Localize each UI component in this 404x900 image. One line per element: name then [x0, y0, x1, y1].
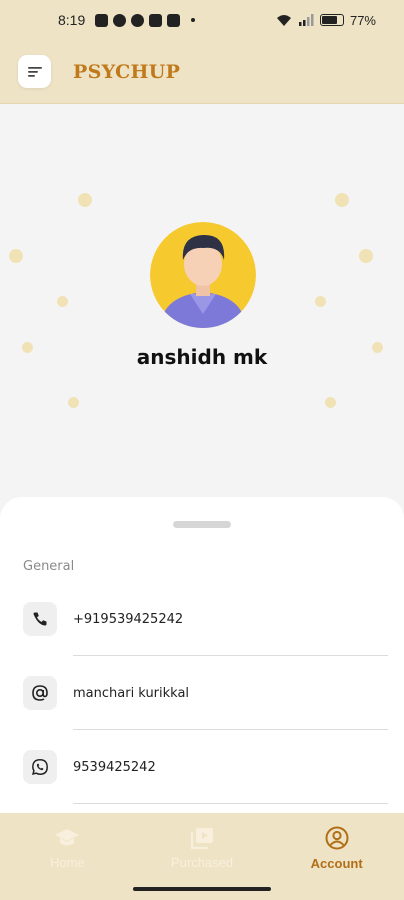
decor-dot: [78, 193, 92, 207]
whatsapp-value: 9539425242: [73, 759, 156, 775]
avatar: [150, 222, 256, 328]
profile-sheet: General +919539425242 manchari kurikkal …: [0, 497, 404, 827]
nav-account[interactable]: Account: [269, 813, 404, 883]
divider: [73, 655, 388, 656]
graduation-cap-icon: [55, 828, 80, 845]
decor-dot: [325, 397, 336, 408]
app-title: PSYCHUP: [73, 60, 181, 83]
gesture-area: [0, 883, 404, 900]
decor-dot: [57, 296, 68, 307]
nav-account-label: Account: [310, 855, 363, 871]
nav-home-label: Home: [49, 854, 85, 870]
gesture-bar[interactable]: [133, 887, 271, 891]
nav-home[interactable]: Home: [0, 813, 135, 883]
decor-dot: [68, 397, 79, 408]
row-icon-box: [23, 602, 57, 636]
account-circle-icon: [325, 826, 349, 849]
sheet-drag-handle[interactable]: [173, 521, 231, 528]
battery-fill: [321, 16, 337, 24]
phone-value: +919539425242: [73, 611, 184, 627]
notification-music-icon: [131, 13, 145, 27]
decor-dot: [359, 249, 373, 263]
divider: [73, 803, 388, 804]
signal-icon: [298, 14, 314, 26]
more-notifications-dot-icon: [191, 18, 196, 22]
decor-dot: [335, 193, 349, 207]
phone-icon: [33, 612, 47, 626]
decor-dot: [315, 296, 326, 307]
notification-play-icon: [113, 13, 127, 27]
battery-icon: [319, 14, 344, 26]
notification-app-icon: [95, 13, 109, 27]
info-row-address: manchari kurikkal: [23, 676, 388, 710]
nav-purchased-label: Purchased: [170, 854, 234, 870]
row-icon-box: [23, 676, 57, 710]
divider: [73, 729, 388, 730]
notification-v-icon: [167, 13, 181, 27]
user-avatar-icon: [150, 222, 256, 328]
status-time: 8:19: [58, 12, 86, 28]
menu-button[interactable]: [18, 55, 51, 88]
app-bar: PSYCHUP: [0, 40, 404, 104]
notification-youtube-icon: [149, 13, 163, 27]
status-right: 77%: [276, 13, 376, 28]
nav-purchased[interactable]: Purchased: [135, 813, 270, 883]
bottom-nav: Home Purchased Account: [0, 813, 404, 883]
info-row-phone: +919539425242: [23, 602, 388, 636]
decor-dot: [9, 249, 23, 263]
address-value: manchari kurikkal: [73, 685, 190, 701]
wifi-icon: [276, 14, 291, 26]
row-icon-box: [23, 750, 57, 784]
section-label-general: General: [23, 559, 75, 574]
notification-icons: [95, 13, 196, 27]
battery-percent: 77%: [349, 12, 376, 28]
profile-header: anshidh mk: [0, 105, 404, 505]
playlist-icon: [190, 827, 213, 849]
info-row-whatsapp: 9539425242: [23, 750, 388, 784]
status-bar: 8:19 77%: [0, 0, 404, 40]
at-sign-icon: [32, 685, 48, 701]
profile-name: anshidh mk: [136, 345, 268, 369]
whatsapp-icon: [31, 759, 48, 776]
menu-icon: [27, 66, 42, 77]
